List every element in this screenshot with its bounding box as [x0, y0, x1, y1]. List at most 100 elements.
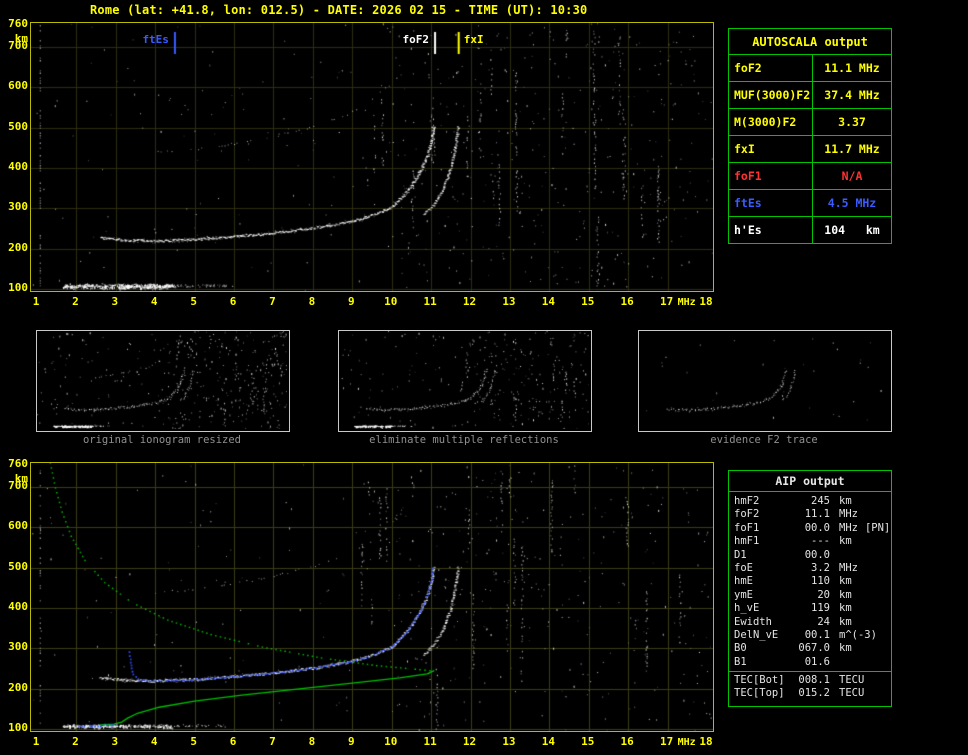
- aip-row-unit: MHz: [839, 521, 858, 534]
- aip-row-unit: km: [839, 575, 852, 588]
- x-tick-label: 6: [229, 735, 237, 748]
- aip-row-label: TEC[Top]: [734, 687, 785, 700]
- autoscala-row-label: foF1: [729, 163, 813, 189]
- aip-table-row: D1 00.0: [729, 549, 891, 562]
- aip-table-row: TEC[Bot] 008.1 TECU: [729, 671, 891, 687]
- marker-label-ftEs: ftEs: [142, 33, 169, 46]
- thumbnail-canvas-evidence-f2: [639, 331, 889, 429]
- autoscala-table-row: fxI 11.7 MHz: [729, 136, 891, 163]
- y-tick-label: 100: [8, 721, 28, 734]
- aip-table-row: h_vE 119 km: [729, 602, 891, 615]
- x-tick-label: 9: [347, 735, 355, 748]
- aip-row-label: foE: [734, 561, 753, 574]
- autoscala-output-table: AUTOSCALA output foF2 11.1 MHz MUF(3000)F2…: [728, 28, 892, 244]
- thumbnail-caption-eliminate-multiples: eliminate multiple reflections: [369, 434, 559, 446]
- x-tick-label: 16: [620, 295, 634, 308]
- aip-table-body: hmF2 245 km foF2 11.1 MHz foF1 00.0 MHz [PN] hmF1 -…: [729, 495, 891, 701]
- y-tick-label: 760: [8, 17, 28, 30]
- main-ionogram-plot: [30, 22, 714, 292]
- y-tick-label: 500: [8, 119, 28, 133]
- x-tick-label: 13: [502, 295, 516, 308]
- x-tick-label: 14: [541, 735, 555, 748]
- aip-row-value: ---: [811, 535, 830, 548]
- x-tick-label: 17: [659, 295, 674, 308]
- x-tick-label: 2: [72, 295, 79, 308]
- aip-row-unit: TECU: [839, 687, 865, 700]
- station-date-header: Rome (lat: +41.8, lon: 012.5) - DATE: 20…: [90, 3, 588, 17]
- x-tick-label: 18: [699, 295, 713, 308]
- x-tick-label: 16: [620, 735, 634, 748]
- autoscala-table-row: MUF(3000)F2 37.4 MHz: [729, 82, 891, 109]
- y-axis-unit-label: km: [14, 472, 28, 485]
- aip-row-label: DelN_vE: [734, 628, 779, 641]
- x-axis-unit-label: MHz: [677, 297, 696, 308]
- y-tick-label: 100: [8, 281, 28, 294]
- aip-row-unit: km: [839, 535, 852, 548]
- y-axis-unit-label: km: [14, 32, 28, 45]
- autoscala-row-label: foF2: [729, 55, 813, 81]
- aip-row-value: 20: [817, 588, 830, 601]
- x-tick-label: 2: [72, 735, 79, 748]
- x-tick-label: 5: [190, 735, 197, 748]
- x-tick-label: 4: [150, 295, 158, 308]
- aip-row-label: ymE: [734, 588, 753, 601]
- x-tick-label: 15: [581, 735, 595, 748]
- autoscala-row-label: h'Es: [729, 217, 813, 243]
- aip-row-label: D1: [734, 548, 747, 561]
- aip-table-row: B0 067.0 km: [729, 642, 891, 655]
- autoscala-app: Rome (lat: +41.8, lon: 012.5) - DATE: 20…: [0, 0, 968, 755]
- y-tick-label: 600: [8, 79, 28, 93]
- thumbnail-caption-evidence-f2: evidence F2 trace: [710, 434, 818, 446]
- aip-ionogram-canvas: [31, 463, 713, 731]
- aip-row-unit: km: [839, 642, 852, 655]
- aip-table-row: hmF2 245 km: [729, 495, 891, 508]
- x-tick-label: 3: [111, 735, 119, 748]
- aip-row-unit: km: [839, 588, 852, 601]
- x-tick-label: 11: [423, 295, 437, 308]
- marker-label-fxI: fxI: [463, 33, 484, 46]
- autoscala-table-row: foF1 N/A: [729, 163, 891, 190]
- autoscala-row-value: 11.7 MHz: [824, 142, 880, 156]
- x-tick-label: 11: [423, 735, 437, 748]
- x-tick-label: 10: [384, 295, 398, 308]
- y-tick-label: 600: [8, 519, 28, 533]
- y-tick-label: 760: [8, 457, 28, 470]
- y-tick-label: 500: [8, 559, 28, 573]
- autoscala-table-header: AUTOSCALA output: [729, 29, 891, 55]
- y-tick-label: 200: [8, 240, 28, 254]
- y-tick-label: 400: [8, 160, 28, 174]
- aip-row-unit: km: [839, 495, 852, 507]
- aip-row-value: 015.2: [798, 687, 830, 700]
- x-tick-label: 6: [229, 295, 237, 308]
- x-tick-label: 9: [347, 295, 355, 308]
- aip-table-row: foF1 00.0 MHz [PN]: [729, 522, 891, 535]
- aip-row-value: 067.0: [798, 642, 830, 655]
- aip-row-label: hmF2: [734, 495, 760, 507]
- aip-row-label: hmF1: [734, 535, 760, 548]
- autoscala-table-row: M(3000)F2 3.37: [729, 109, 891, 136]
- aip-table-row: ymE 20 km: [729, 589, 891, 602]
- x-tick-label: 15: [581, 295, 595, 308]
- aip-row-extra: [PN]: [864, 521, 891, 534]
- autoscala-table-row: h'Es 104 km: [729, 217, 891, 243]
- x-tick-label: 4: [150, 735, 158, 748]
- aip-row-unit: MHz: [839, 508, 858, 521]
- y-tick-label: 300: [8, 640, 28, 654]
- autoscala-row-value: 37.4 MHz: [824, 88, 880, 102]
- aip-row-label: TEC[Bot]: [734, 674, 785, 687]
- autoscala-row-label: fxI: [729, 136, 813, 162]
- x-tick-label: 14: [541, 295, 555, 308]
- aip-row-unit: km: [839, 615, 852, 628]
- x-axis-unit-label: MHz: [677, 737, 696, 748]
- aip-row-label: Ewidth: [734, 615, 772, 628]
- aip-row-label: h_vE: [734, 602, 760, 615]
- aip-table-row: foE 3.2 MHz: [729, 562, 891, 575]
- aip-row-label: hmE: [734, 575, 753, 588]
- autoscala-row-value: 11.1 MHz: [824, 61, 880, 75]
- x-tick-label: 7: [269, 295, 276, 308]
- autoscala-table-row: ftEs 4.5 MHz: [729, 190, 891, 217]
- autoscala-table-body: foF2 11.1 MHz MUF(3000)F2 37.4 MHz M(3000)F2…: [729, 55, 891, 243]
- autoscala-row-value: 3.37: [838, 115, 866, 129]
- aip-row-value: 11.1: [804, 508, 830, 521]
- thumbnail-original-ionogram: [36, 330, 290, 432]
